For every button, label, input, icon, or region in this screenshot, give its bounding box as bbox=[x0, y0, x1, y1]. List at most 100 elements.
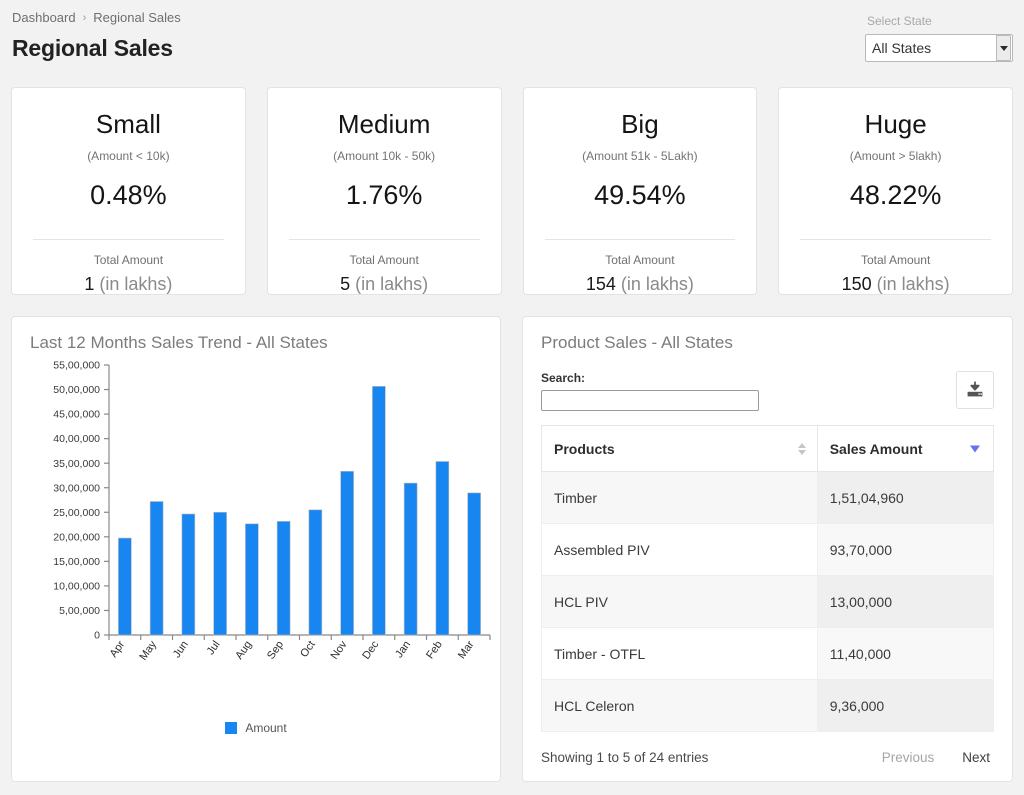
table-header-row: Products Sales Amount bbox=[541, 425, 995, 472]
svg-text:Aug: Aug bbox=[233, 639, 254, 662]
kpi-total-label: Total Amount bbox=[605, 252, 675, 267]
state-filter-label: Select State bbox=[867, 14, 932, 28]
kpi-total-unit: (in lakhs) bbox=[615, 273, 694, 294]
kpi-card-big: Big (Amount 51k - 5Lakh) 49.54% Total Am… bbox=[522, 87, 758, 295]
table-row[interactable]: Assembled PIV 93,70,000 bbox=[541, 523, 995, 576]
svg-text:10,00,000: 10,00,000 bbox=[53, 581, 100, 593]
cell-amount: 9,36,000 bbox=[816, 679, 995, 732]
kpi-total-value: 154 (in lakhs) bbox=[540, 274, 741, 295]
chart-legend: Amount bbox=[12, 721, 500, 735]
kpi-card-row: Small (Amount < 10k) 0.48% Total Amount … bbox=[0, 87, 1024, 295]
svg-text:Dec: Dec bbox=[360, 638, 381, 661]
table-body: Timber 1,51,04,960 Assembled PIV 93,70,0… bbox=[541, 471, 995, 732]
kpi-subtitle: (Amount 51k - 5Lakh) bbox=[582, 148, 698, 163]
kpi-divider bbox=[33, 238, 224, 240]
pagination: Previous Next bbox=[882, 750, 994, 765]
svg-text:50,00,000: 50,00,000 bbox=[53, 384, 100, 396]
breadcrumb-separator-icon: › bbox=[82, 11, 87, 24]
svg-text:5,00,000: 5,00,000 bbox=[59, 605, 100, 617]
cell-product: Assembled PIV bbox=[541, 523, 818, 576]
next-page-button[interactable]: Next bbox=[962, 750, 990, 765]
kpi-percent: 49.54% bbox=[594, 179, 686, 210]
table-row[interactable]: Timber 1,51,04,960 bbox=[541, 471, 995, 524]
kpi-total-number: 154 bbox=[585, 273, 616, 294]
table-row[interactable]: Timber - OTFL 11,40,000 bbox=[541, 627, 995, 680]
kpi-title: Big bbox=[621, 109, 659, 139]
kpi-total-number: 1 bbox=[84, 273, 95, 294]
kpi-total-label: Total Amount bbox=[860, 252, 931, 267]
kpi-title: Small bbox=[95, 109, 161, 139]
svg-text:Sep: Sep bbox=[265, 639, 286, 662]
svg-text:35,00,000: 35,00,000 bbox=[53, 458, 100, 470]
legend-swatch-amount bbox=[225, 722, 238, 734]
cell-product: HCL PIV bbox=[541, 575, 818, 628]
page-header: Dashboard › Regional Sales Regional Sale… bbox=[0, 0, 1024, 86]
svg-text:Jan: Jan bbox=[393, 639, 413, 660]
kpi-card-small: Small (Amount < 10k) 0.48% Total Amount … bbox=[11, 87, 246, 295]
cell-amount: 93,70,000 bbox=[816, 523, 995, 576]
product-sales-title: Product Sales - All States bbox=[541, 333, 733, 352]
svg-text:25,00,000: 25,00,000 bbox=[53, 507, 100, 519]
page-title: Regional Sales bbox=[12, 35, 173, 61]
previous-page-button[interactable]: Previous bbox=[882, 750, 935, 765]
cell-amount: 11,40,000 bbox=[816, 627, 995, 680]
svg-text:0: 0 bbox=[94, 630, 100, 642]
kpi-total-label: Total Amount bbox=[93, 252, 164, 267]
breadcrumb-dashboard[interactable]: Dashboard bbox=[12, 10, 76, 25]
column-header-products[interactable]: Products bbox=[541, 425, 818, 472]
table-head: Products Sales Amount bbox=[541, 425, 995, 472]
sales-trend-chart: 0 5,00,000 10,00,000 15,00,000 20,00,000 25,0… bbox=[12, 353, 500, 753]
breadcrumb: Dashboard › Regional Sales bbox=[12, 10, 1012, 25]
state-select[interactable]: All States bbox=[865, 34, 1013, 62]
kpi-card-medium: Medium (Amount 10k - 50k) 1.76% Total Am… bbox=[266, 87, 502, 295]
svg-text:40,00,000: 40,00,000 bbox=[53, 433, 100, 445]
kpi-total-number: 150 bbox=[841, 273, 872, 294]
kpi-percent: 0.48% bbox=[90, 179, 167, 210]
kpi-title: Medium bbox=[337, 109, 431, 139]
kpi-percent: 1.76% bbox=[345, 179, 423, 210]
kpi-divider bbox=[288, 238, 480, 240]
search-label: Search: bbox=[541, 371, 586, 385]
sales-trend-title: Last 12 Months Sales Trend - All States bbox=[30, 333, 328, 352]
export-button[interactable] bbox=[956, 371, 994, 409]
svg-text:Mar: Mar bbox=[456, 639, 477, 662]
kpi-total-number: 5 bbox=[340, 273, 351, 294]
table-row[interactable]: HCL Celeron 9,36,000 bbox=[541, 679, 995, 732]
search-input[interactable] bbox=[541, 390, 759, 411]
panel-row: Last 12 Months Sales Trend - All States … bbox=[0, 316, 1024, 782]
legend-label-amount: Amount bbox=[245, 721, 287, 735]
kpi-total-unit: (in lakhs) bbox=[350, 273, 429, 294]
kpi-subtitle: (Amount 10k - 50k) bbox=[333, 148, 436, 163]
kpi-total-label: Total Amount bbox=[349, 252, 419, 267]
kpi-percent: 48.22% bbox=[849, 179, 942, 210]
cell-product: Timber - OTFL bbox=[541, 627, 818, 680]
kpi-total-value: 150 (in lakhs) bbox=[795, 274, 996, 295]
kpi-subtitle: (Amount > 5lakh) bbox=[849, 148, 942, 163]
kpi-total-unit: (in lakhs) bbox=[94, 273, 173, 294]
sort-both-icon bbox=[797, 442, 806, 455]
cell-product: HCL Celeron bbox=[541, 679, 818, 732]
product-sales-table: Products Sales Amount Timber 1,51,04,960… bbox=[541, 425, 995, 732]
svg-text:30,00,000: 30,00,000 bbox=[53, 482, 100, 494]
kpi-divider bbox=[800, 238, 991, 240]
svg-text:Oct: Oct bbox=[298, 639, 318, 660]
cell-amount: 13,00,000 bbox=[816, 575, 995, 628]
kpi-card-huge: Huge (Amount > 5lakh) 48.22% Total Amoun… bbox=[778, 87, 1013, 295]
svg-text:May: May bbox=[137, 638, 159, 662]
kpi-subtitle: (Amount < 10k) bbox=[87, 148, 170, 163]
svg-text:45,00,000: 45,00,000 bbox=[53, 409, 100, 421]
table-footer: Showing 1 to 5 of 24 entries Previous Ne… bbox=[541, 750, 994, 765]
column-header-sales-amount-label: Sales Amount bbox=[829, 440, 923, 457]
svg-text:Jul: Jul bbox=[205, 639, 223, 657]
bar-chart-svg: 0 5,00,000 10,00,000 15,00,000 20,00,000 25,0… bbox=[53, 360, 491, 663]
kpi-total-unit: (in lakhs) bbox=[871, 273, 950, 294]
column-header-sales-amount[interactable]: Sales Amount bbox=[816, 425, 995, 472]
svg-text:20,00,000: 20,00,000 bbox=[53, 531, 100, 543]
breadcrumb-current: Regional Sales bbox=[93, 10, 181, 25]
kpi-total-value: 1 (in lakhs) bbox=[28, 274, 229, 295]
state-filter: Select State All States bbox=[865, 14, 1013, 62]
sales-trend-panel: Last 12 Months Sales Trend - All States … bbox=[11, 316, 501, 782]
column-header-products-label: Products bbox=[554, 440, 615, 457]
svg-text:Feb: Feb bbox=[424, 639, 445, 661]
table-row[interactable]: HCL PIV 13,00,000 bbox=[541, 575, 995, 628]
